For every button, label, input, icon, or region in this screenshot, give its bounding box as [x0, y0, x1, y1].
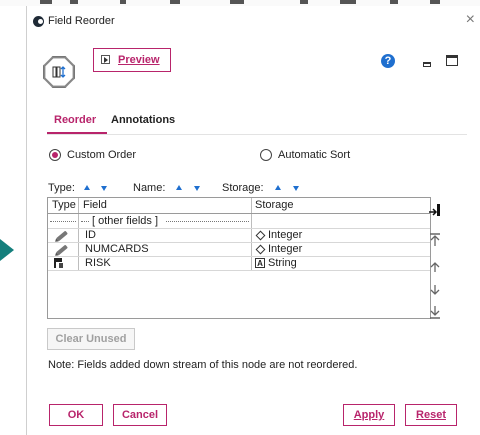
automatic-sort-label: Automatic Sort	[278, 149, 351, 161]
move-down-icon[interactable]	[428, 283, 442, 297]
sort-name-descending-icon[interactable]	[194, 186, 200, 191]
title-bar: Field Reorder ×	[27, 6, 480, 36]
reorder-note: Note: Fields added down stream of this n…	[48, 359, 358, 371]
reorder-glyph-icon	[52, 66, 66, 78]
field-name: ID	[85, 229, 96, 241]
table-row[interactable]: ID Integer	[48, 229, 430, 243]
close-icon[interactable]: ×	[466, 12, 475, 28]
column-header-storage[interactable]: Storage	[255, 198, 294, 213]
column-header-type[interactable]: Type	[52, 198, 76, 213]
apply-label: Apply	[353, 409, 385, 421]
other-fields-marker: [ other fields ]	[92, 215, 159, 227]
pencil-icon	[56, 230, 68, 242]
sort-storage-label: Storage:	[222, 182, 264, 194]
move-up-icon[interactable]	[428, 260, 442, 274]
reset-button[interactable]: Reset	[405, 404, 457, 426]
preview-button[interactable]: Preview	[93, 48, 171, 72]
custom-order-radio[interactable]	[49, 149, 61, 161]
clear-unused-button[interactable]: Clear Unused	[47, 328, 135, 350]
sort-storage-descending-icon[interactable]	[293, 186, 299, 191]
sort-name-label: Name:	[133, 182, 166, 194]
sort-name-ascending-icon[interactable]	[176, 185, 182, 190]
field-name: RISK	[85, 257, 111, 269]
table-row[interactable]: A RISK String	[48, 257, 430, 271]
sort-type-label: Type:	[48, 182, 75, 194]
custom-order-label: Custom Order	[67, 149, 137, 161]
play-icon	[101, 55, 110, 64]
move-to-top-icon[interactable]	[428, 233, 442, 247]
apply-button[interactable]: Apply	[343, 404, 395, 426]
field-reorder-dialog: Field Reorder × Preview ? Reorder Annota…	[26, 6, 480, 435]
sort-storage-ascending-icon[interactable]	[275, 185, 281, 190]
field-name: NUMCARDS	[85, 243, 149, 255]
pencil-icon	[56, 244, 68, 256]
storage-type: String	[268, 257, 297, 269]
tab-annotations[interactable]: Annotations	[111, 114, 175, 126]
window-title: Field Reorder	[48, 15, 115, 27]
maximize-icon[interactable]	[446, 55, 458, 66]
cancel-button[interactable]: Cancel	[113, 404, 167, 426]
app-logo-icon	[33, 16, 44, 27]
table-row-other-fields[interactable]: [ other fields ]	[48, 215, 430, 229]
string-storage-icon: A	[255, 258, 265, 268]
storage-type: Integer	[268, 229, 303, 241]
preview-label: Preview	[118, 54, 160, 66]
canvas-connector-arrow	[0, 228, 14, 272]
integer-storage-icon	[255, 230, 266, 241]
automatic-sort-radio[interactable]	[260, 149, 272, 161]
integer-storage-icon	[255, 244, 266, 255]
flag-icon	[54, 258, 63, 268]
help-icon[interactable]: ?	[381, 54, 395, 68]
table-row[interactable]: NUMCARDS Integer	[48, 243, 430, 257]
move-to-bottom-end-icon[interactable]	[428, 203, 442, 217]
storage-type: Integer	[268, 243, 303, 255]
sort-type-ascending-icon[interactable]	[84, 185, 90, 190]
field-order-table[interactable]: Type Field Storage [ other fields ] ID I…	[47, 197, 431, 319]
tab-divider	[47, 134, 467, 135]
sort-type-descending-icon[interactable]	[101, 186, 107, 191]
tab-reorder[interactable]: Reorder	[54, 114, 96, 126]
move-to-bottom-icon[interactable]	[428, 305, 442, 319]
column-header-field[interactable]: Field	[83, 198, 107, 213]
ok-button[interactable]: OK	[49, 404, 103, 426]
minimize-icon[interactable]	[423, 62, 431, 67]
reset-label: Reset	[416, 409, 446, 421]
